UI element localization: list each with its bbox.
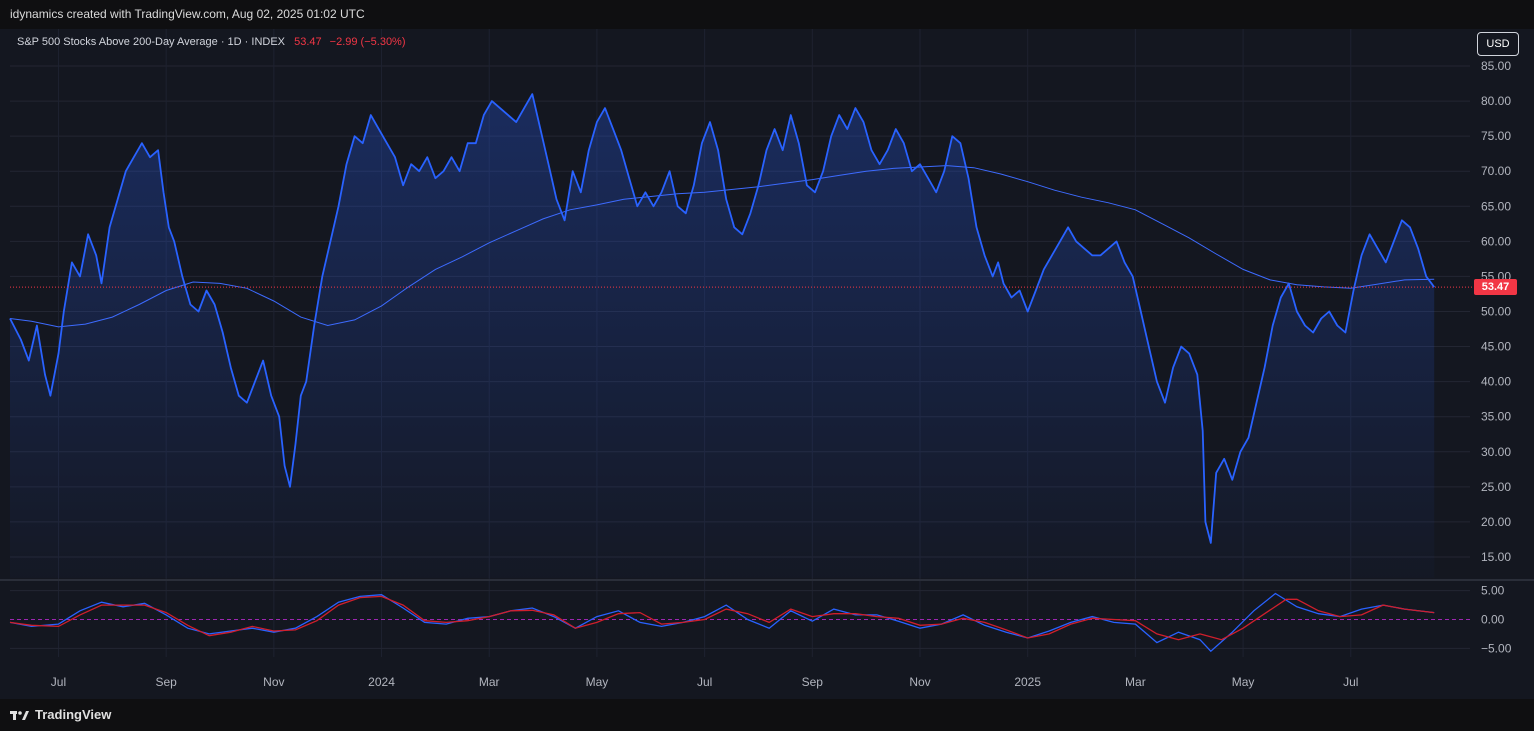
- x-tick-label: Sep: [802, 675, 824, 689]
- legend-last-value: 53.47: [294, 36, 322, 48]
- main-pane: [9, 93, 1474, 578]
- chart-svg[interactable]: 85.0080.0075.0070.0065.0060.0055.0050.00…: [0, 0, 1534, 699]
- osc-y-tick-label: 0.00: [1481, 613, 1505, 627]
- tradingview-logo-icon: [10, 710, 29, 720]
- chart-legend: S&P 500 Stocks Above 200-Day Average · 1…: [17, 36, 406, 48]
- oscillator-pane: [9, 592, 1470, 653]
- currency-button[interactable]: USD: [1477, 32, 1519, 56]
- x-tick-label: Mar: [479, 675, 500, 689]
- oscillator-line-red: [9, 595, 1435, 641]
- x-tick-label: Nov: [263, 675, 284, 689]
- y-tick-label: 65.00: [1481, 199, 1511, 213]
- y-tick-label: 85.00: [1481, 59, 1511, 73]
- y-tick-label: 60.00: [1481, 234, 1511, 248]
- oscillator-line-blue: [9, 592, 1435, 653]
- y-tick-label: 30.00: [1481, 445, 1511, 459]
- x-tick-label: Mar: [1125, 675, 1146, 689]
- y-tick-label: 40.00: [1481, 375, 1511, 389]
- y-tick-label: 45.00: [1481, 340, 1511, 354]
- x-tick-label: 2024: [368, 675, 395, 689]
- y-tick-label: 35.00: [1481, 410, 1511, 424]
- y-tick-label: 20.00: [1481, 515, 1511, 529]
- y-tick-label: 25.00: [1481, 480, 1511, 494]
- x-tick-label: Jul: [1343, 675, 1358, 689]
- x-tick-label: Jul: [697, 675, 712, 689]
- x-tick-label: Jul: [51, 675, 66, 689]
- y-tick-label: 50.00: [1481, 304, 1511, 318]
- footer-bar: TradingView: [0, 699, 1534, 731]
- y-tick-label: 70.00: [1481, 164, 1511, 178]
- y-tick-label: 75.00: [1481, 129, 1511, 143]
- osc-y-tick-label: −5.00: [1481, 641, 1512, 655]
- osc-y-tick-label: 5.00: [1481, 584, 1505, 598]
- legend-change: −2.99 (−5.30%): [329, 36, 406, 48]
- legend-title: S&P 500 Stocks Above 200-Day Average · 1…: [17, 36, 286, 48]
- x-tick-label: Nov: [909, 675, 930, 689]
- x-tick-label: May: [1232, 675, 1255, 689]
- y-tick-label: 80.00: [1481, 94, 1511, 108]
- x-tick-label: 2025: [1014, 675, 1041, 689]
- x-tick-label: Sep: [155, 675, 177, 689]
- last-price-badge: 53.47: [1474, 279, 1517, 296]
- x-tick-label: May: [586, 675, 609, 689]
- y-tick-label: 15.00: [1481, 550, 1511, 564]
- tradingview-logo-text: TradingView: [35, 707, 112, 722]
- tradingview-logo[interactable]: TradingView: [10, 707, 111, 722]
